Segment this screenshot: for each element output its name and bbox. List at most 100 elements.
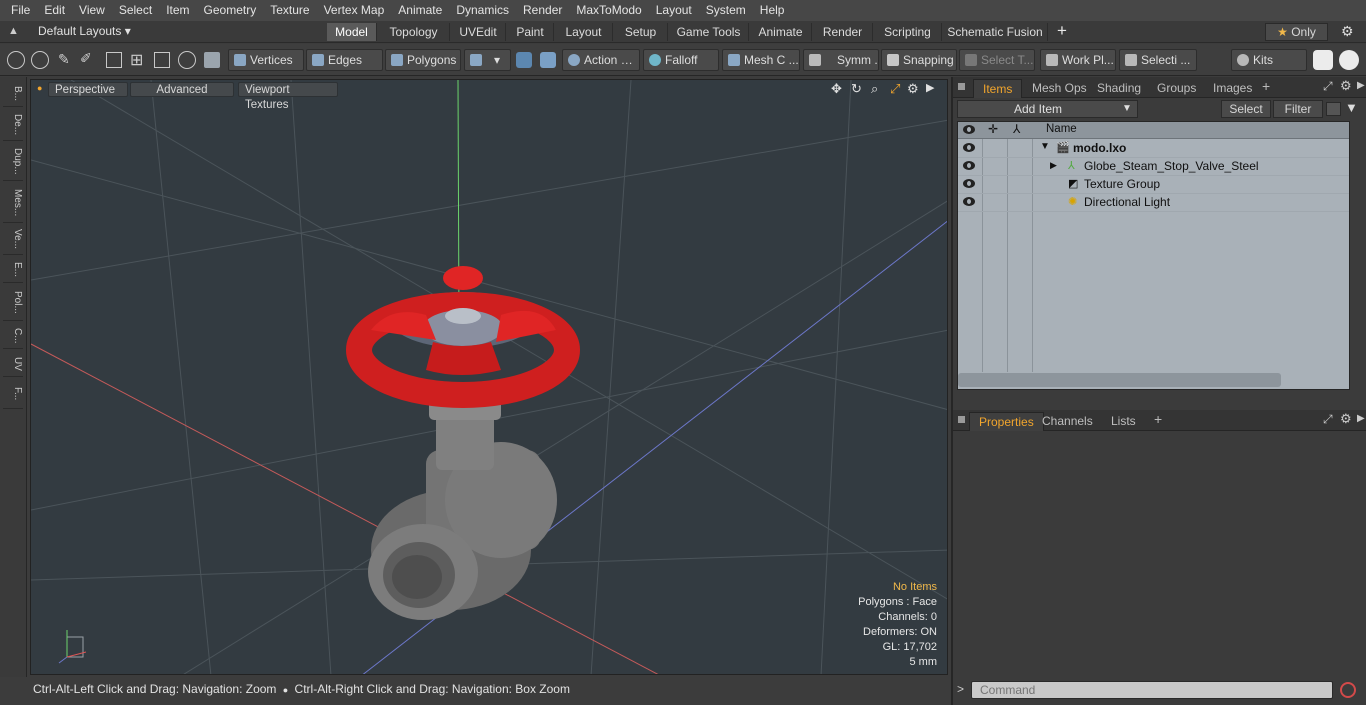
visibility-eye-icon[interactable] xyxy=(963,197,975,206)
rotate-view-icon[interactable]: ↻ xyxy=(851,81,862,97)
visibility-header-icon[interactable] xyxy=(963,125,975,134)
left-tab-polygon[interactable]: Pol... xyxy=(3,285,23,321)
tab-game-tools[interactable]: Game Tools xyxy=(669,23,749,41)
menu-system[interactable]: System xyxy=(699,0,753,21)
tab-paint[interactable]: Paint xyxy=(507,23,554,41)
panel-menu-icon[interactable] xyxy=(958,83,965,90)
properties-maximize-icon[interactable]: ⤢ xyxy=(1323,412,1333,427)
snap-mode-icon[interactable] xyxy=(540,52,556,68)
tab-items[interactable]: Items xyxy=(973,79,1023,98)
tab-setup[interactable]: Setup xyxy=(614,23,668,41)
menu-animate[interactable]: Animate xyxy=(391,0,449,21)
panel-expand-icon[interactable]: ▶ xyxy=(1357,80,1365,91)
record-icon[interactable] xyxy=(1340,682,1356,698)
edges-button[interactable]: Edges xyxy=(306,49,383,71)
work-plane-button[interactable]: Work Pl... xyxy=(1040,49,1116,71)
item-row-mesh[interactable]: ▶ ⅄ Globe_Steam_Stop_Valve_Steel xyxy=(958,158,1349,176)
select-button[interactable]: Select xyxy=(1221,100,1271,118)
add-item-dropdown[interactable]: Add Item ▼ xyxy=(957,100,1138,118)
menu-item[interactable]: Item xyxy=(159,0,196,21)
menu-maxtomodo[interactable]: MaxToModo xyxy=(569,0,648,21)
radial-icon[interactable] xyxy=(178,51,196,69)
menu-texture[interactable]: Texture xyxy=(263,0,316,21)
tab-scripting[interactable]: Scripting xyxy=(874,23,942,41)
symmetry-button[interactable]: Symm ... xyxy=(803,49,879,71)
align-icon[interactable] xyxy=(106,52,122,68)
menu-help[interactable]: Help xyxy=(753,0,792,21)
axis-header-icon[interactable]: ⅄ xyxy=(1013,122,1020,136)
globe-icon[interactable] xyxy=(31,51,49,69)
funnel-icon[interactable]: ▼ xyxy=(1345,100,1358,115)
menu-vertex-map[interactable]: Vertex Map xyxy=(317,0,392,21)
move-view-icon[interactable]: ✥ xyxy=(831,81,842,97)
lock-header-icon[interactable]: ✛ xyxy=(988,122,998,136)
left-tab-mesh-edit[interactable]: Mes... xyxy=(3,183,23,223)
visibility-eye-icon[interactable] xyxy=(963,161,975,170)
mesh-constraint-button[interactable]: Mesh C ... xyxy=(722,49,800,71)
item-mode-button[interactable]: ▾ xyxy=(464,49,511,71)
3d-viewport[interactable]: ● Perspective Advanced Viewport Textures… xyxy=(30,79,948,675)
kits-button[interactable]: Kits xyxy=(1231,49,1307,71)
command-input[interactable] xyxy=(971,681,1333,699)
unreal-icon[interactable] xyxy=(1339,50,1359,70)
expand-arrow-icon[interactable]: ▼ xyxy=(1040,141,1050,152)
item-row-texture-group[interactable]: ◩ Texture Group xyxy=(958,176,1349,194)
perspective-button[interactable]: Perspective xyxy=(48,82,128,97)
panel-maximize-icon[interactable]: ⤢ xyxy=(1323,79,1333,94)
tab-mesh-ops[interactable]: Mesh Ops xyxy=(1023,79,1096,98)
tab-images[interactable]: Images xyxy=(1204,79,1261,98)
pen-icon[interactable]: ✎ xyxy=(58,51,70,68)
box-icon[interactable] xyxy=(154,52,170,68)
tab-animate[interactable]: Animate xyxy=(750,23,812,41)
tab-channels[interactable]: Channels xyxy=(1033,412,1102,431)
advanced-button[interactable]: Advanced xyxy=(130,82,234,97)
add-properties-tab-icon[interactable]: + xyxy=(1154,411,1162,427)
left-tab-curve[interactable]: C... xyxy=(3,323,23,349)
symmetry-icon[interactable] xyxy=(516,52,532,68)
brush-icon[interactable]: ✐ xyxy=(80,50,92,67)
horizontal-scrollbar[interactable] xyxy=(958,373,1281,387)
unity-icon[interactable] xyxy=(1313,50,1333,70)
collapse-arrow-icon[interactable]: ▶ xyxy=(1050,160,1057,171)
only-toggle[interactable]: ★ Only xyxy=(1265,23,1328,41)
layout-selector[interactable]: Default Layouts ▾ xyxy=(38,24,131,38)
tab-model[interactable]: Model xyxy=(327,23,377,41)
selection-sets-button[interactable]: Selecti ... xyxy=(1119,49,1197,71)
tab-groups[interactable]: Groups xyxy=(1148,79,1205,98)
properties-gear-icon[interactable]: ⚙ xyxy=(1340,411,1352,427)
properties-menu-icon[interactable] xyxy=(958,416,965,423)
select-through-button[interactable]: Select T... xyxy=(959,49,1035,71)
left-tab-uv[interactable]: UV xyxy=(3,351,23,377)
visibility-eye-icon[interactable] xyxy=(963,179,975,188)
add-panel-tab-icon[interactable]: + xyxy=(1262,78,1270,94)
snapping-button[interactable]: Snapping xyxy=(881,49,957,71)
properties-expand-icon[interactable]: ▶ xyxy=(1357,413,1365,424)
add-tab-icon[interactable]: + xyxy=(1057,21,1067,41)
left-tab-duplicate[interactable]: Dup... xyxy=(3,143,23,181)
tab-layout[interactable]: Layout xyxy=(555,23,613,41)
menu-select[interactable]: Select xyxy=(112,0,159,21)
menu-render[interactable]: Render xyxy=(516,0,569,21)
tab-lists[interactable]: Lists xyxy=(1102,412,1145,431)
tab-topology[interactable]: Topology xyxy=(378,23,450,41)
falloff-button[interactable]: Falloff xyxy=(643,49,719,71)
collapse-icon[interactable] xyxy=(1326,102,1341,116)
tab-render[interactable]: Render xyxy=(813,23,873,41)
panel-gear-icon[interactable]: ⚙ xyxy=(1340,78,1352,94)
item-row-scene[interactable]: ▼ 🎬 modo.lxo xyxy=(958,140,1349,158)
left-tab-basic[interactable]: B... xyxy=(3,81,23,107)
filter-button[interactable]: Filter xyxy=(1273,100,1323,118)
left-tab-edge[interactable]: E... xyxy=(3,257,23,283)
vertices-button[interactable]: Vertices xyxy=(228,49,304,71)
tab-schematic-fusion[interactable]: Schematic Fusion xyxy=(943,23,1048,41)
viewport-textures-button[interactable]: Viewport Textures xyxy=(238,82,338,111)
item-list[interactable]: ✛ ⅄ Name ▼ 🎬 modo.lxo ▶ ⅄ Globe_Steam_St… xyxy=(957,121,1350,390)
menu-layout[interactable]: Layout xyxy=(649,0,699,21)
tab-shading[interactable]: Shading xyxy=(1088,79,1150,98)
item-row-light[interactable]: ✺ Directional Light xyxy=(958,194,1349,212)
name-column-header[interactable]: Name xyxy=(1046,123,1077,135)
left-tab-vertex[interactable]: Ve... xyxy=(3,225,23,255)
circle-select-icon[interactable] xyxy=(7,51,25,69)
left-tab-deform[interactable]: De... xyxy=(3,109,23,141)
left-tab-fusion[interactable]: F... xyxy=(3,379,23,409)
